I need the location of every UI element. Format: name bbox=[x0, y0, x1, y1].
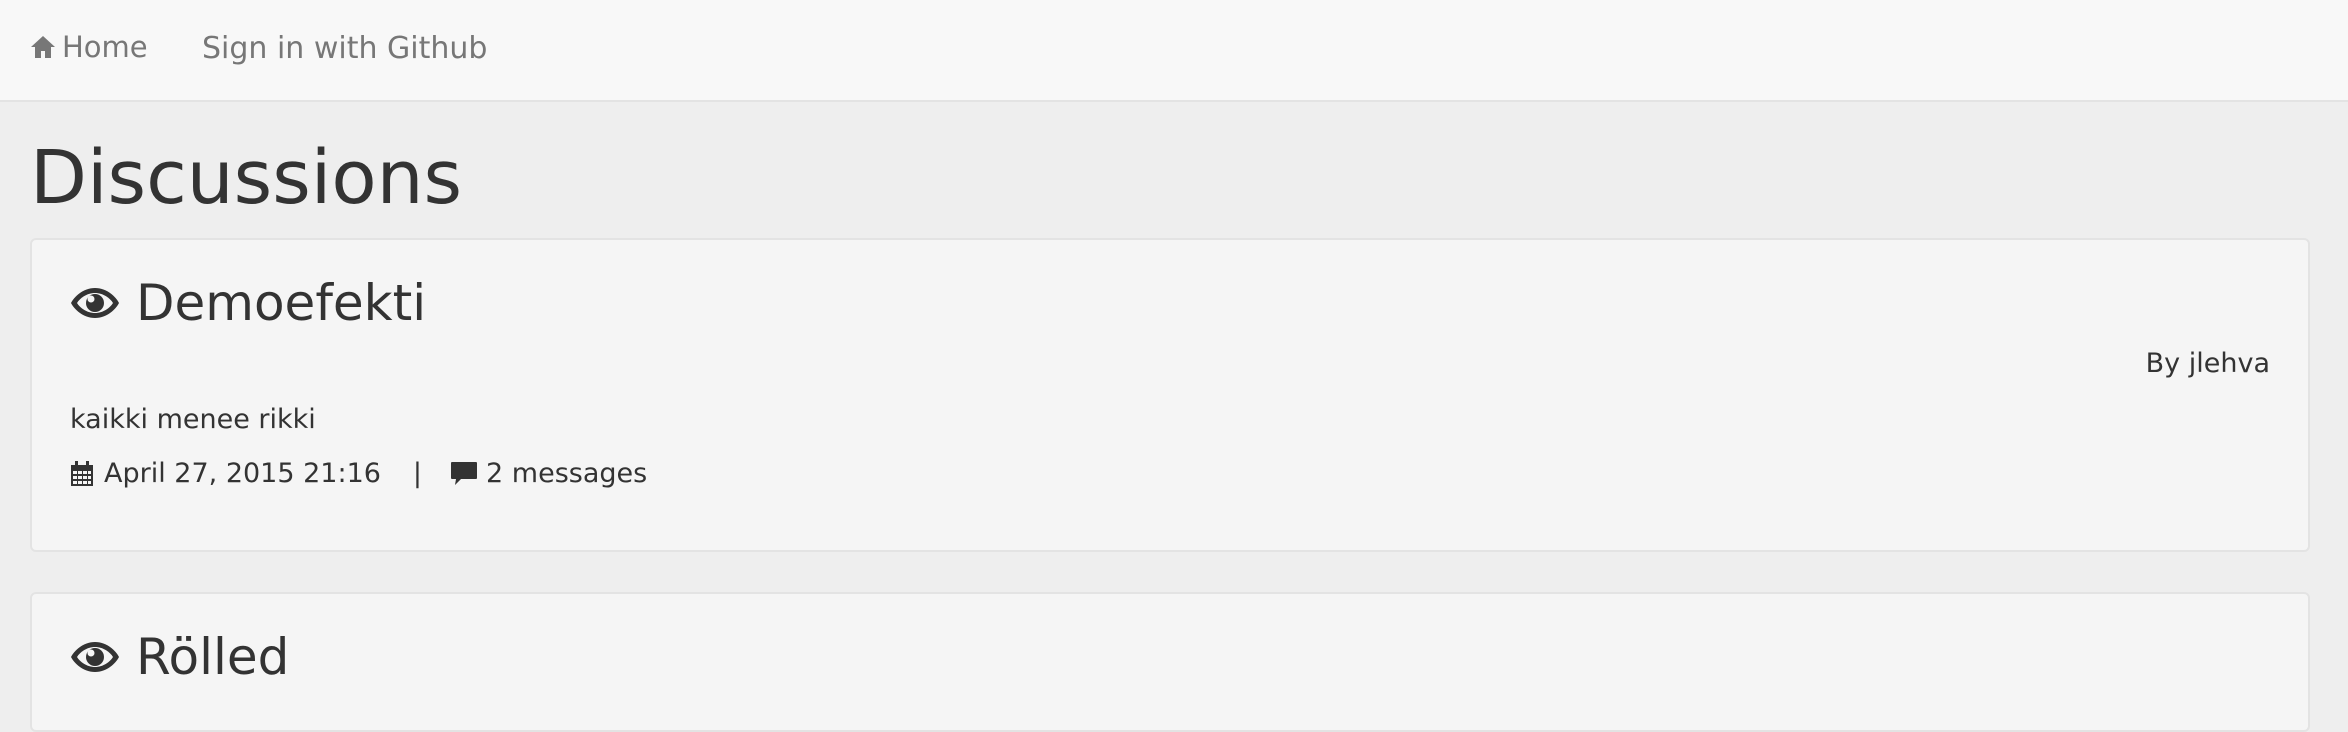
discussion-messages: 2 messages bbox=[450, 458, 647, 489]
top-navbar: Home Sign in with Github bbox=[0, 0, 2348, 102]
discussion-description: kaikki menee rikki bbox=[70, 404, 316, 435]
discussion-date: April 27, 2015 21:16 bbox=[70, 458, 381, 489]
discussion-title-link[interactable]: Rölled bbox=[70, 628, 289, 686]
discussion-meta: April 27, 2015 21:16 | 2 messages bbox=[70, 458, 647, 489]
calendar-icon bbox=[71, 460, 93, 486]
discussion-title: Demoefekti bbox=[136, 274, 427, 332]
discussion-title: Rölled bbox=[136, 628, 290, 686]
comment-icon bbox=[451, 461, 478, 485]
nav-signin-link[interactable]: Sign in with Github bbox=[202, 31, 487, 66]
discussion-author: By jlehva bbox=[2145, 348, 2270, 379]
home-icon bbox=[31, 36, 55, 58]
discussion-title-link[interactable]: Demoefekti bbox=[70, 274, 426, 332]
discussion-messages-text: 2 messages bbox=[486, 458, 648, 489]
eye-icon bbox=[71, 642, 119, 672]
discussion-card: Demoefekti By jlehva kaikki menee rikki bbox=[30, 238, 2310, 552]
eye-icon bbox=[71, 288, 119, 318]
nav-home-label: Home bbox=[62, 30, 148, 64]
page-title: Discussions bbox=[30, 135, 463, 221]
nav-home-link[interactable]: Home bbox=[30, 30, 148, 64]
meta-separator: | bbox=[412, 458, 423, 489]
discussion-card: Rölled bbox=[30, 592, 2310, 732]
discussion-date-text: April 27, 2015 21:16 bbox=[104, 458, 381, 489]
